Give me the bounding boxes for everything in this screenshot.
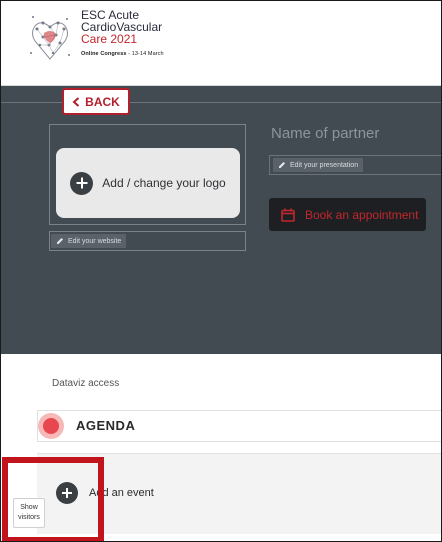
pencil-icon (279, 162, 285, 168)
show-visitors-button[interactable]: Show visitors (13, 498, 45, 528)
plus-circle-icon (70, 171, 94, 195)
agenda-title: AGENDA (76, 418, 136, 433)
edit-presentation-button[interactable]: Edit your presentation (273, 158, 364, 172)
edit-website-label: Edit your website (68, 237, 122, 245)
pencil-icon (57, 238, 63, 244)
edit-presentation-label: Edit your presentation (290, 161, 359, 169)
edit-website-button[interactable]: Edit your website (51, 234, 127, 248)
calendar-icon (281, 208, 295, 222)
app-frame: ESC Acute CardioVascular Care 2021 Onlin… (0, 0, 442, 542)
logo-line-3: Care 2021 (81, 32, 138, 46)
dataviz-access-link[interactable]: Dataviz access (52, 378, 119, 389)
partner-name: Name of partner (271, 125, 380, 142)
congress-subtitle-dates: - 13-14 March (126, 51, 164, 57)
add-logo-button[interactable]: Add / change your logo (56, 148, 240, 218)
header: ESC Acute CardioVascular Care 2021 Onlin… (1, 1, 441, 86)
congress-subtitle-bold: Online Congress (81, 51, 127, 57)
back-button-label: BACK (85, 94, 120, 109)
add-logo-label: Add / change your logo (102, 176, 226, 190)
book-appointment-label: Book an appointment (305, 207, 419, 222)
back-button[interactable]: BACK (62, 88, 130, 115)
congress-subtitle: Online Congress - 13-14 March (81, 48, 164, 60)
agenda-status-dot-core (43, 418, 59, 434)
chevron-left-icon (72, 96, 80, 107)
logo-heart-network-icon (30, 16, 70, 60)
book-appointment-button[interactable]: Book an appointment (269, 198, 426, 231)
brand-logo-text: ESC Acute CardioVascular Care 2021 Onlin… (81, 9, 164, 60)
